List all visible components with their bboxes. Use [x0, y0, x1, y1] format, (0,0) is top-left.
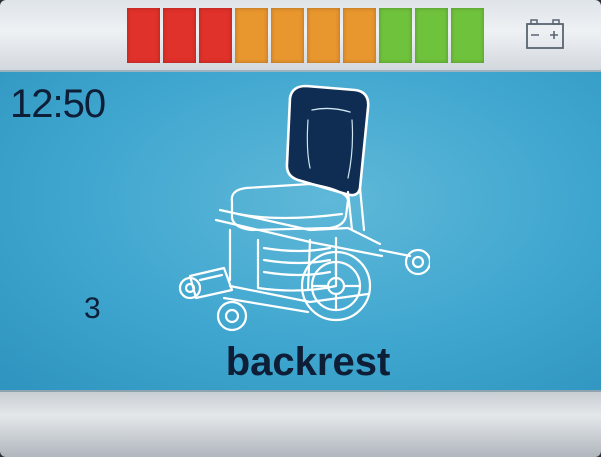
- battery-segment: [163, 8, 196, 63]
- wheelchair-backrest-icon: [178, 84, 430, 332]
- status-bar: [0, 0, 601, 72]
- battery-segment: [379, 8, 412, 63]
- battery-segment: [199, 8, 232, 63]
- controller-screen: 12:50 3 backrest: [0, 0, 601, 457]
- main-display: 12:50 3 backrest: [0, 72, 601, 390]
- battery-segment: [415, 8, 448, 63]
- battery-segment: [343, 8, 376, 63]
- battery-segment: [127, 8, 160, 63]
- mode-number: 3: [84, 292, 101, 325]
- battery-segment: [307, 8, 340, 63]
- function-label: backrest: [225, 340, 391, 384]
- battery-icon: [526, 19, 564, 49]
- display-bezel: 12:50 3 backrest: [0, 0, 601, 457]
- battery-level-gauge: [127, 8, 484, 63]
- battery-segment: [451, 8, 484, 63]
- clock: 12:50: [10, 82, 106, 126]
- bottom-bar: [0, 390, 601, 457]
- battery-segment: [271, 8, 304, 63]
- battery-segment: [235, 8, 268, 63]
